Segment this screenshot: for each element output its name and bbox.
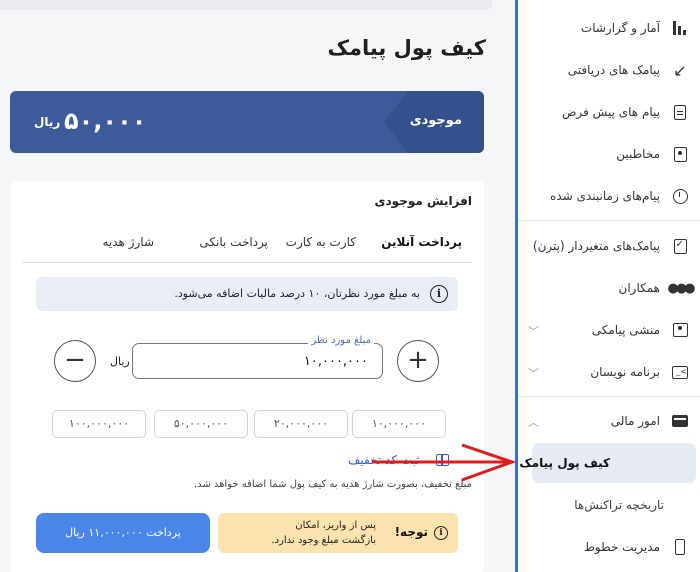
tab-online-payment[interactable]: پرداخت آنلاین	[381, 235, 462, 249]
sidebar-item-default-messages[interactable]: پیام های پیش فرض	[518, 92, 700, 132]
sidebar-item-finance[interactable]: امور مالی ︿	[518, 401, 700, 441]
tab-card-to-card[interactable]: کارت به کارت	[286, 235, 356, 249]
stopwatch-icon	[672, 188, 688, 204]
preset-amount-chip[interactable]: ۲۰,۰۰۰,۰۰۰	[254, 410, 348, 438]
phone-icon	[672, 539, 688, 555]
chevron-down-icon: ﹀	[528, 325, 539, 338]
warning-title: توجه!	[394, 525, 428, 539]
sidebar-item-label: پیامک های دریافتی	[567, 63, 660, 77]
sidebar-item-sms-secretary[interactable]: منشی پیامکی ﹀	[518, 310, 700, 350]
sidebar-separator	[518, 220, 700, 221]
sidebar-item-label: پیام های پیش فرض	[562, 105, 660, 119]
gift-icon	[436, 454, 449, 466]
tab-bank-payment[interactable]: پرداخت بانکی	[199, 235, 268, 249]
balance-card: موجودی ۵۰,۰۰۰ ریال	[10, 91, 484, 153]
balance-currency: ریال	[34, 115, 61, 129]
top-bar	[0, 0, 492, 10]
terminal-icon: >_	[672, 364, 688, 380]
tab-gift-charge[interactable]: شارژ هدیه	[102, 235, 154, 249]
page-title: کیف پول پیامک	[327, 36, 486, 60]
sidebar-item-label: پیام‌های زمانبندی شده	[550, 189, 660, 203]
people-icon: ●●●	[667, 280, 695, 296]
contact-book-icon	[672, 146, 688, 162]
warning-info-icon: i	[434, 526, 448, 540]
document-icon	[672, 104, 688, 120]
amount-field-legend: مبلغ مورد نظر	[308, 335, 374, 346]
sidebar-item-label: همکاران	[618, 281, 661, 295]
warning-box: i توجه! پس از واریز، امکان بازگشت مبلغ و…	[218, 513, 458, 553]
sidebar-item-label: مخاطبین	[616, 147, 660, 161]
tax-note: به مبلغ مورد نظرتان، ۱۰ درصد مالیات اضاف…	[174, 287, 420, 300]
clipboard-check-icon	[672, 238, 688, 254]
wallet-icon	[672, 413, 688, 429]
pay-button[interactable]: پرداخت ۱۱,۰۰۰,۰۰۰ ریال	[36, 513, 210, 553]
sidebar-item-developers[interactable]: >_ برنامه نویسان ﹀	[518, 352, 700, 392]
preset-amount-chip[interactable]: ۵۰,۰۰۰,۰۰۰	[154, 410, 248, 438]
sidebar-item-label: امور مالی	[610, 414, 660, 428]
sidebar-item-sms-wallet[interactable]: کیف پول پیامک	[519, 443, 696, 483]
sidebar-item-label: برنامه نویسان	[590, 365, 660, 379]
payment-tabs: پرداخت آنلاین کارت به کارت پرداخت بانکی …	[22, 225, 472, 263]
sidebar-item-contacts[interactable]: مخاطبین	[518, 134, 700, 174]
sidebar-item-label: کیف پول پیامک	[519, 456, 610, 470]
sidebar-item-label: پیامک‌های متغیردار (پترن)	[532, 239, 660, 253]
warning-message: پس از واریز، امکان بازگشت مبلغ وجود ندار…	[271, 520, 376, 546]
sidebar-item-label: آمار و گزارشات	[580, 21, 660, 35]
sidebar-item-line-management[interactable]: مدیریت خطوط	[518, 527, 700, 567]
sidebar-separator	[518, 396, 700, 397]
amount-currency: ریال	[110, 355, 130, 368]
chevron-up-icon: ︿	[528, 416, 539, 429]
inbox-arrow-icon: ↙	[673, 60, 687, 80]
tax-info-box: i به مبلغ مورد نظرتان، ۱۰ درصد مالیات اض…	[36, 277, 458, 311]
sidebar-item-scheduled-messages[interactable]: پیام‌های زمانبندی شده	[518, 176, 700, 216]
chevron-down-icon: ﹀	[528, 367, 539, 380]
info-icon: i	[430, 285, 448, 303]
preset-amount-chip[interactable]: ۱۰۰,۰۰۰,۰۰۰	[52, 410, 146, 438]
sidebar-item-label: منشی پیامکی	[591, 323, 660, 337]
increase-amount-button[interactable]: +	[397, 340, 439, 382]
amount-field[interactable]: مبلغ مورد نظر ۱۰,۰۰۰,۰۰۰	[132, 335, 383, 379]
id-badge-icon	[672, 322, 688, 338]
preset-amount-chip[interactable]: ۱۰,۰۰۰,۰۰۰	[352, 410, 446, 438]
sidebar-item-pattern-sms[interactable]: پیامک‌های متغیردار (پترن)	[518, 226, 700, 266]
sidebar-item-transaction-history[interactable]: تاریخچه تراکنش‌ها	[518, 485, 700, 525]
sidebar: آمار و گزارشات ↙ پیامک های دریافتی پیام …	[518, 0, 700, 572]
sidebar-item-label: مدیریت خطوط	[583, 540, 660, 554]
decrease-amount-button[interactable]: −	[54, 340, 96, 382]
discount-note: مبلغ تخفیف، بصورت شارژ هدیه به کیف پول ش…	[193, 479, 472, 490]
amount-field-value: ۱۰,۰۰۰,۰۰۰	[303, 354, 368, 369]
balance-label: موجودی	[409, 113, 462, 128]
bar-chart-icon	[672, 20, 688, 36]
sidebar-item-received-sms[interactable]: ↙ پیامک های دریافتی	[518, 50, 700, 90]
sidebar-item-label: تاریخچه تراکنش‌ها	[574, 498, 664, 512]
balance-amount: ۵۰,۰۰۰	[64, 107, 147, 135]
topup-title: افزایش موجودی	[374, 194, 472, 208]
topup-panel: افزایش موجودی پرداخت آنلاین کارت به کارت…	[10, 181, 484, 572]
discount-code-link[interactable]: ثبت کد تخفیف	[348, 453, 420, 467]
sidebar-item-reports[interactable]: آمار و گزارشات	[518, 8, 700, 48]
sidebar-item-colleagues[interactable]: ●●● همکاران	[518, 268, 700, 308]
